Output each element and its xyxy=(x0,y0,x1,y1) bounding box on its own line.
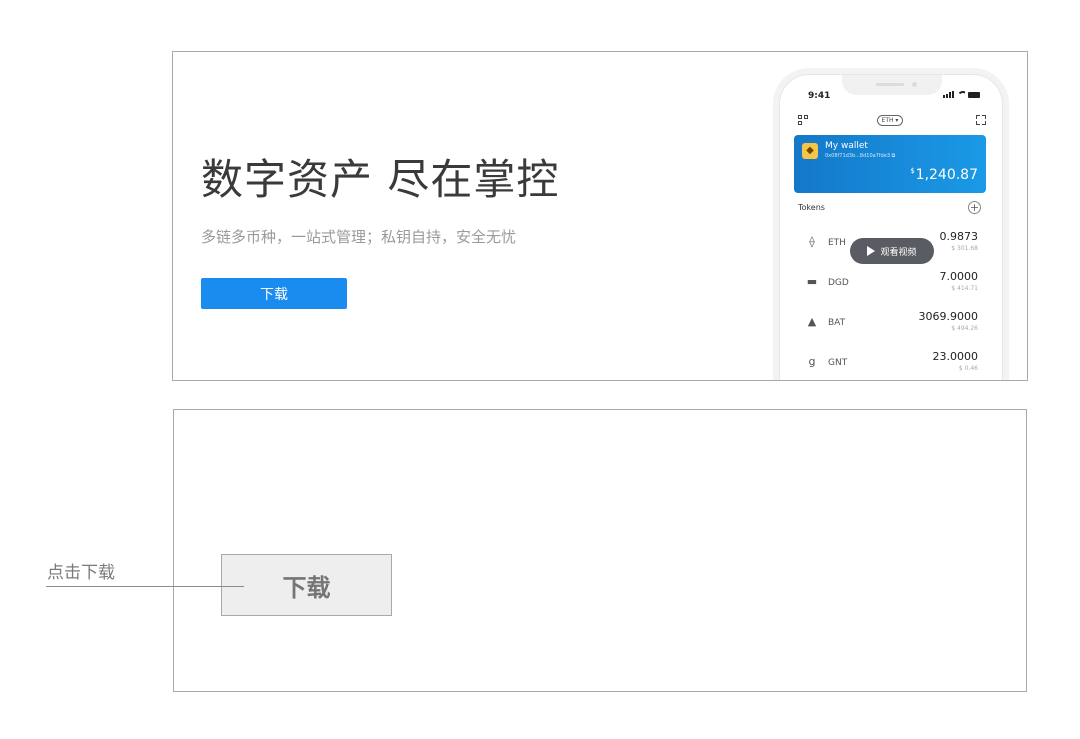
token-amount: 3069.9000 xyxy=(918,310,979,323)
token-symbol: GNT xyxy=(828,358,848,368)
token-fiat-value: $ 414.71 xyxy=(951,285,978,292)
battery-icon xyxy=(968,91,980,98)
network-selector[interactable]: ETH ▾ xyxy=(877,115,903,126)
golem-icon: g xyxy=(808,355,816,368)
wireframe-download-button[interactable]: 下载 xyxy=(221,554,392,616)
bat-icon: ▲ xyxy=(807,315,817,328)
annotation-label: 点击下载 xyxy=(47,563,115,583)
watch-video-button[interactable]: 观看视频 xyxy=(850,238,934,264)
token-amount: 23.0000 xyxy=(932,350,979,363)
wallet-address: 0x08f71d3b...8d10a7fde3 ⧉ xyxy=(825,153,896,159)
token-symbol: ETH xyxy=(828,238,846,248)
wallet-card[interactable]: ◆ My wallet 0x08f71d3b...8d10a7fde3 ⧉ $1… xyxy=(794,135,986,193)
ethereum-icon: ⟠ xyxy=(809,235,815,248)
token-fiat-value: $ 301.68 xyxy=(951,245,978,252)
token-fiat-value: $ 0.46 xyxy=(958,365,978,372)
currency-symbol: $ xyxy=(910,167,915,175)
phone-mockup: 9:41 ETH ▾ ◆ My wallet 0x08f71d3b...8d10… xyxy=(779,74,1003,380)
wallet-avatar-icon: ◆ xyxy=(802,143,818,159)
wireframe-frame xyxy=(173,409,1027,692)
balance-value: 1,240.87 xyxy=(915,167,978,183)
wifi-icon xyxy=(957,91,965,98)
signal-icon xyxy=(943,91,954,98)
hero-subtitle: 多链多币种，一站式管理；私钥自持，安全无忧 xyxy=(201,228,517,246)
download-button[interactable]: 下载 xyxy=(201,278,347,309)
wallet-balance: $1,240.87 xyxy=(910,167,978,183)
token-row[interactable]: ▲ BAT 3069.9000 $ 494.26 xyxy=(798,310,978,346)
front-camera xyxy=(912,82,917,87)
wallet-toolbar: ETH ▾ xyxy=(798,115,986,129)
watch-video-label: 观看视频 xyxy=(880,247,917,258)
design-mockup-frame: 数字资产 尽在掌控 多链多币种，一站式管理；私钥自持，安全无忧 下载 9:41 … xyxy=(172,51,1028,381)
phone-notch xyxy=(842,75,942,95)
status-icons xyxy=(943,91,980,98)
play-icon xyxy=(867,246,876,256)
token-amount: 0.9873 xyxy=(939,230,979,243)
token-symbol: DGD xyxy=(828,278,849,288)
token-row[interactable]: ▬ DGD 7.0000 $ 414.71 xyxy=(798,270,978,306)
token-row[interactable]: g GNT 23.0000 $ 0.46 xyxy=(798,350,979,380)
token-symbol: BAT xyxy=(828,318,846,328)
add-token-icon[interactable]: + xyxy=(968,201,981,214)
qr-code-icon[interactable] xyxy=(798,115,808,125)
wallet-name: My wallet xyxy=(825,141,868,151)
annotation-leader-line xyxy=(46,586,244,587)
status-time: 9:41 xyxy=(808,91,831,101)
scan-icon[interactable] xyxy=(976,115,986,125)
token-fiat-value: $ 494.26 xyxy=(951,325,978,332)
token-amount: 7.0000 xyxy=(939,270,979,283)
digix-icon: ▬ xyxy=(806,275,818,288)
hero-title: 数字资产 尽在掌控 xyxy=(201,155,560,204)
speaker-grille xyxy=(876,83,904,86)
tokens-heading: Tokens xyxy=(798,203,825,212)
